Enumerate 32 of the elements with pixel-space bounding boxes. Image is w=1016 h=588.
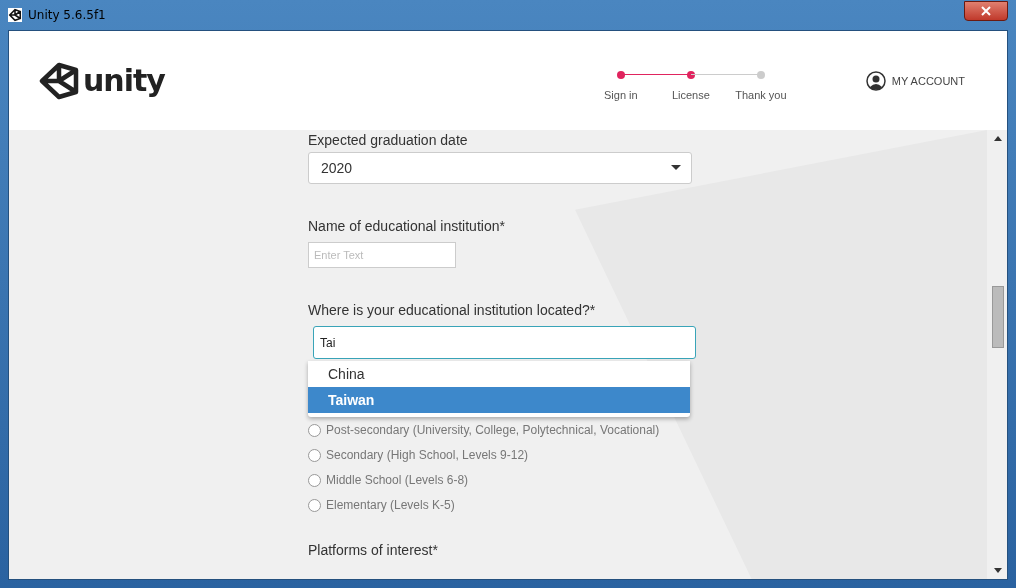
graduation-select[interactable]: 2020 xyxy=(308,152,692,184)
radio-button[interactable] xyxy=(308,473,321,487)
scroll-up-icon[interactable] xyxy=(994,136,1002,141)
radio-label: Secondary (High School, Levels 9-12) xyxy=(326,448,529,462)
field-label: Platforms of interest* xyxy=(308,542,439,558)
radio-label: Middle School (Levels 6-8) xyxy=(326,473,469,487)
unity-logo-icon xyxy=(39,60,79,101)
unity-logo-icon xyxy=(8,8,22,22)
step-label: Thank you xyxy=(735,88,787,101)
scroll-down-icon[interactable] xyxy=(994,568,1002,573)
field-label: Where is your educational institution located?* xyxy=(308,302,597,318)
caret-icon xyxy=(671,165,681,171)
close-button[interactable] xyxy=(964,1,1008,21)
dropdown-option[interactable]: Taiwan xyxy=(308,387,690,413)
radio-button[interactable] xyxy=(308,448,321,462)
field-label: Expected graduation date xyxy=(308,132,469,148)
radio-label: Elementary (Levels K-5) xyxy=(326,498,455,512)
window-title: Unity 5.6.5f1 xyxy=(28,8,106,22)
radio-label: Post-secondary (University, College, Polytechnical, Vocational) xyxy=(326,423,660,437)
account-avatar-icon xyxy=(865,70,886,91)
location-input-field[interactable]: Tai xyxy=(313,326,696,359)
close-icon xyxy=(981,6,991,16)
dropdown-option[interactable]: China xyxy=(308,361,690,387)
radio-button[interactable] xyxy=(308,498,321,512)
input-field[interactable]: Enter Text xyxy=(308,242,456,268)
scroll-thumb[interactable] xyxy=(992,286,1004,348)
my-account-link[interactable]: MY ACCOUNT xyxy=(865,70,965,91)
radio-button[interactable] xyxy=(308,423,321,437)
field-label: Name of educational institution* xyxy=(308,218,506,234)
step-label: Sign in xyxy=(604,88,638,101)
step-label: License xyxy=(671,88,710,101)
logo-text: unity xyxy=(83,63,165,98)
